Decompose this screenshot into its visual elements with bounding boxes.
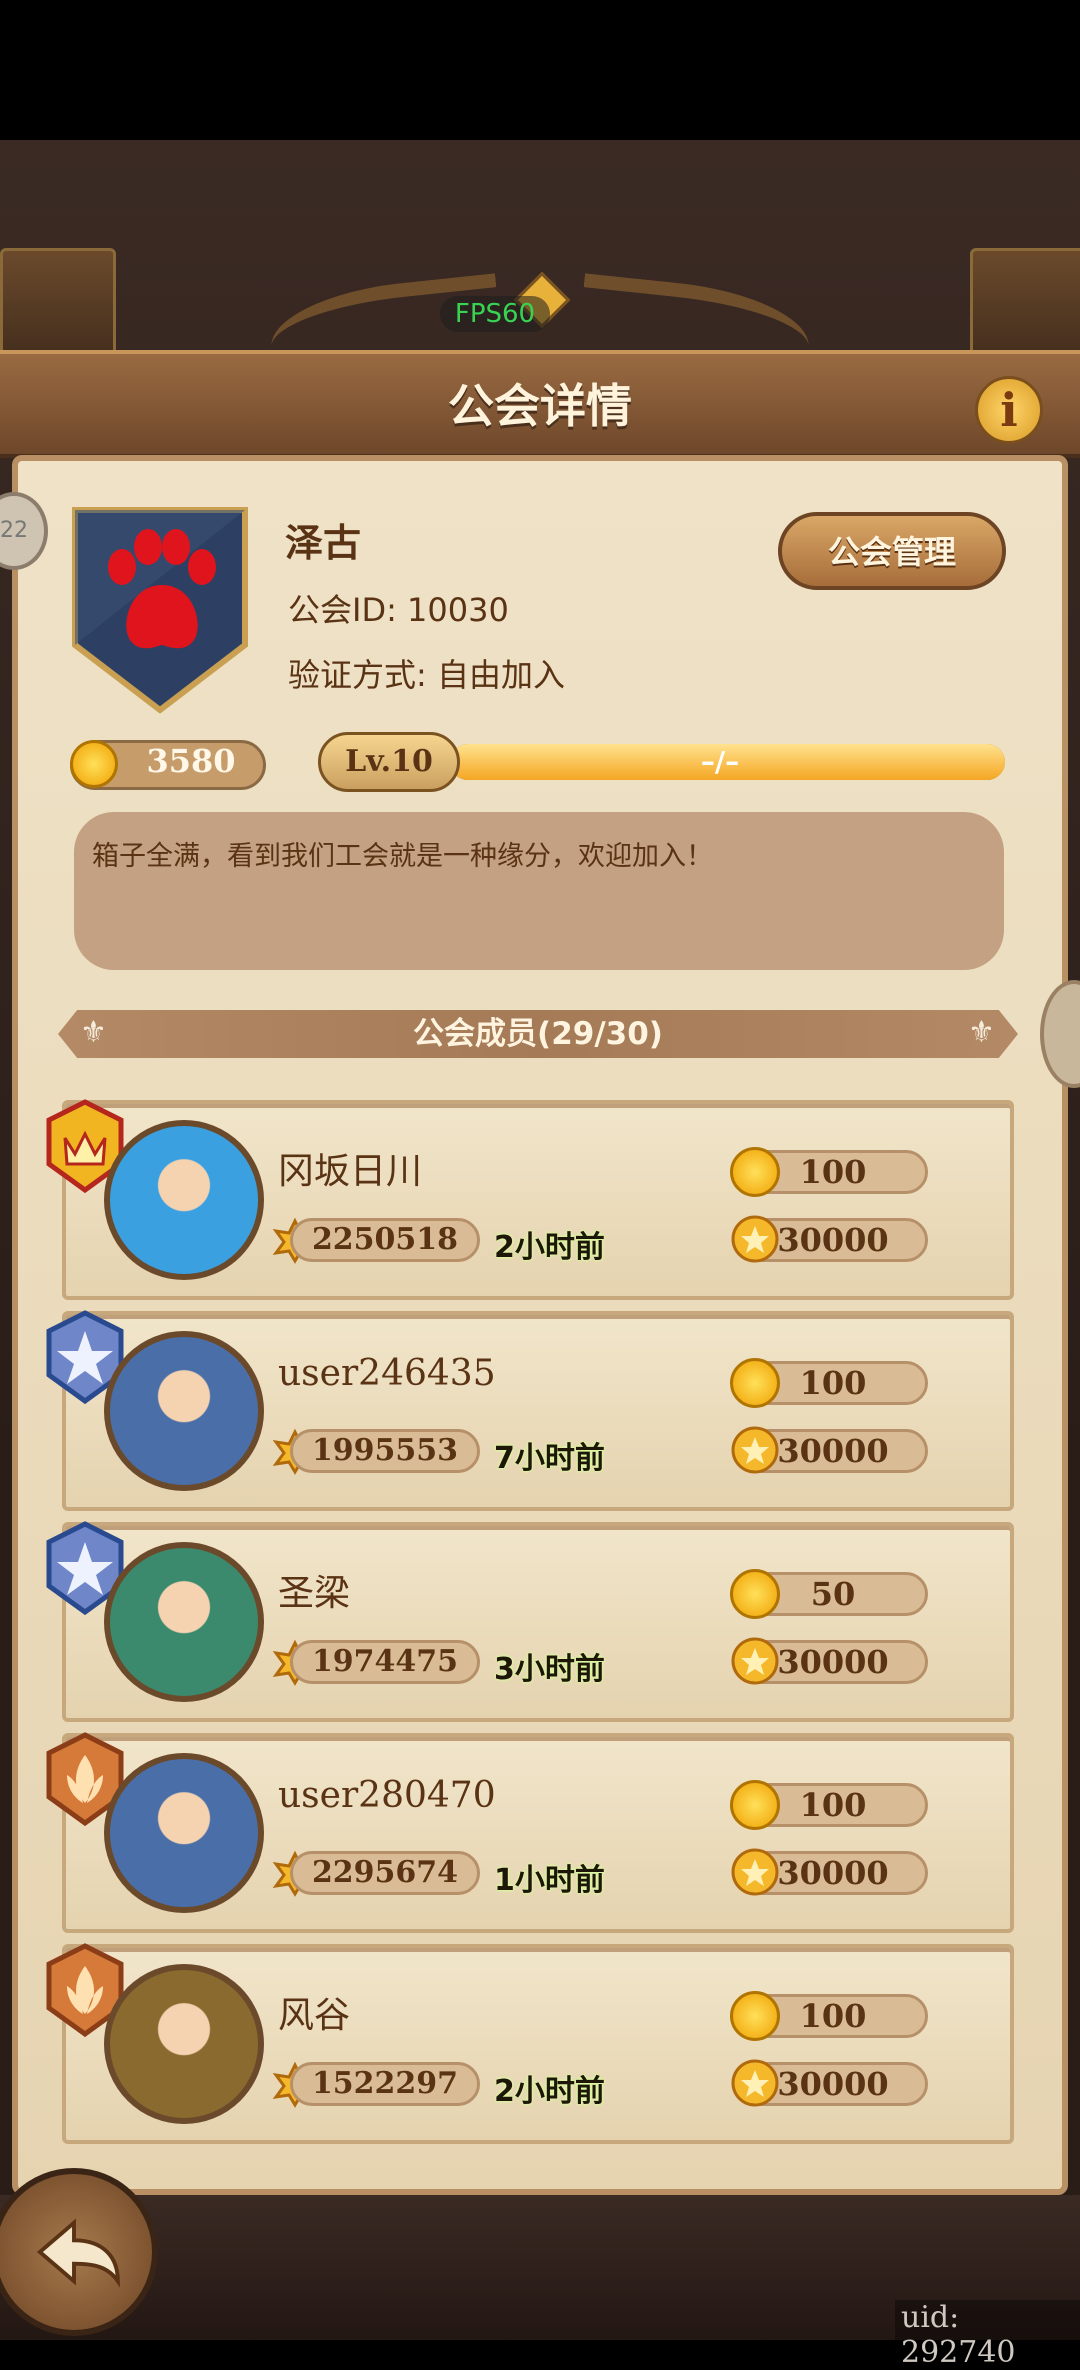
guild-description: 箱子全满，看到我们工会就是一种缘分，欢迎加入！ [92,841,713,872]
last-online: 2小时前 [494,2074,605,2109]
coin-icon [730,1991,780,2041]
level-badge: Lv.10 [318,732,460,792]
coin-icon [730,1569,780,1619]
coin-icon [730,1147,780,1197]
guild-coins: 3580 [146,742,236,780]
avatar[interactable] [104,1964,264,2124]
member-name: user280470 [278,1775,496,1816]
info-icon[interactable]: i [975,376,1043,444]
guild-id: 公会ID: 10030 [288,591,509,629]
paw-emblem-icon [72,507,248,714]
avatar[interactable] [104,1331,264,1491]
last-online: 2小时前 [494,1230,605,1265]
exp-text: –/– [700,745,740,778]
member-power: 1522297 [290,2062,480,2106]
guild-name: 泽古 [285,521,362,565]
uid-label: uid: 292740 [895,2300,1080,2370]
contribution-coin-icon [731,2059,779,2107]
member-name: 圣梁 [278,1573,351,1614]
last-online: 1小时前 [494,1863,605,1898]
contribution-coin-icon [731,1637,779,1685]
guild-manage-button[interactable]: 公会管理 [778,512,1006,590]
member-name: user246435 [278,1353,496,1394]
coin-icon [730,1358,780,1408]
avatar[interactable] [104,1753,264,1913]
back-arrow-icon [36,2218,120,2288]
member-power: 1995553 [290,1429,480,1473]
back-button[interactable] [0,2168,158,2336]
page-title: 公会详情 [448,379,632,433]
join-method: 验证方式: 自由加入 [288,656,565,694]
fps-counter: FPS60 [440,296,550,332]
coin-icon [730,1780,780,1830]
member-power: 2250518 [290,1218,480,1262]
last-online: 3小时前 [494,1652,605,1687]
contribution-coin-icon [731,1848,779,1896]
member-name: 冈坂日川 [278,1151,423,1192]
members-title: 公会成员(29/30) [413,1016,663,1052]
avatar[interactable] [104,1120,264,1280]
coin-icon [70,740,118,788]
member-power: 1974475 [290,1640,480,1684]
avatar[interactable] [104,1542,264,1702]
status-area [0,0,1080,140]
last-online: 7小时前 [494,1441,605,1476]
contribution-coin-icon [731,1426,779,1474]
contribution-coin-icon [731,1215,779,1263]
member-power: 2295674 [290,1851,480,1895]
member-name: 风谷 [278,1995,351,2036]
fleur-icon: ⚜ [80,1015,107,1050]
fleur-icon: ⚜ [968,1015,995,1050]
